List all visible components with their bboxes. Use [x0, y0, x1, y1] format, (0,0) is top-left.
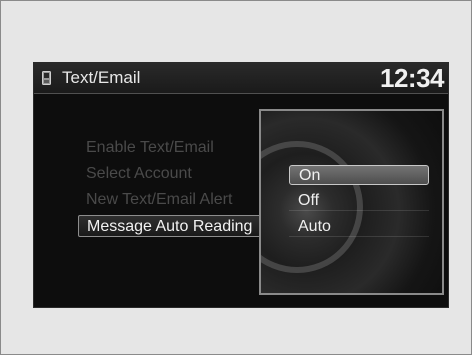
phone-icon — [42, 71, 51, 85]
page-title: Text/Email — [62, 68, 141, 87]
options-popup: On Off Auto — [259, 109, 444, 295]
option-auto[interactable]: Auto — [289, 217, 429, 237]
option-on[interactable]: On — [289, 165, 429, 185]
display-screen: Text/Email 12:34 Enable Text/Email Selec… — [33, 62, 449, 308]
header-bar: Text/Email 12:34 — [34, 63, 448, 94]
option-off[interactable]: Off — [289, 191, 429, 211]
clock: 12:34 — [380, 63, 445, 93]
